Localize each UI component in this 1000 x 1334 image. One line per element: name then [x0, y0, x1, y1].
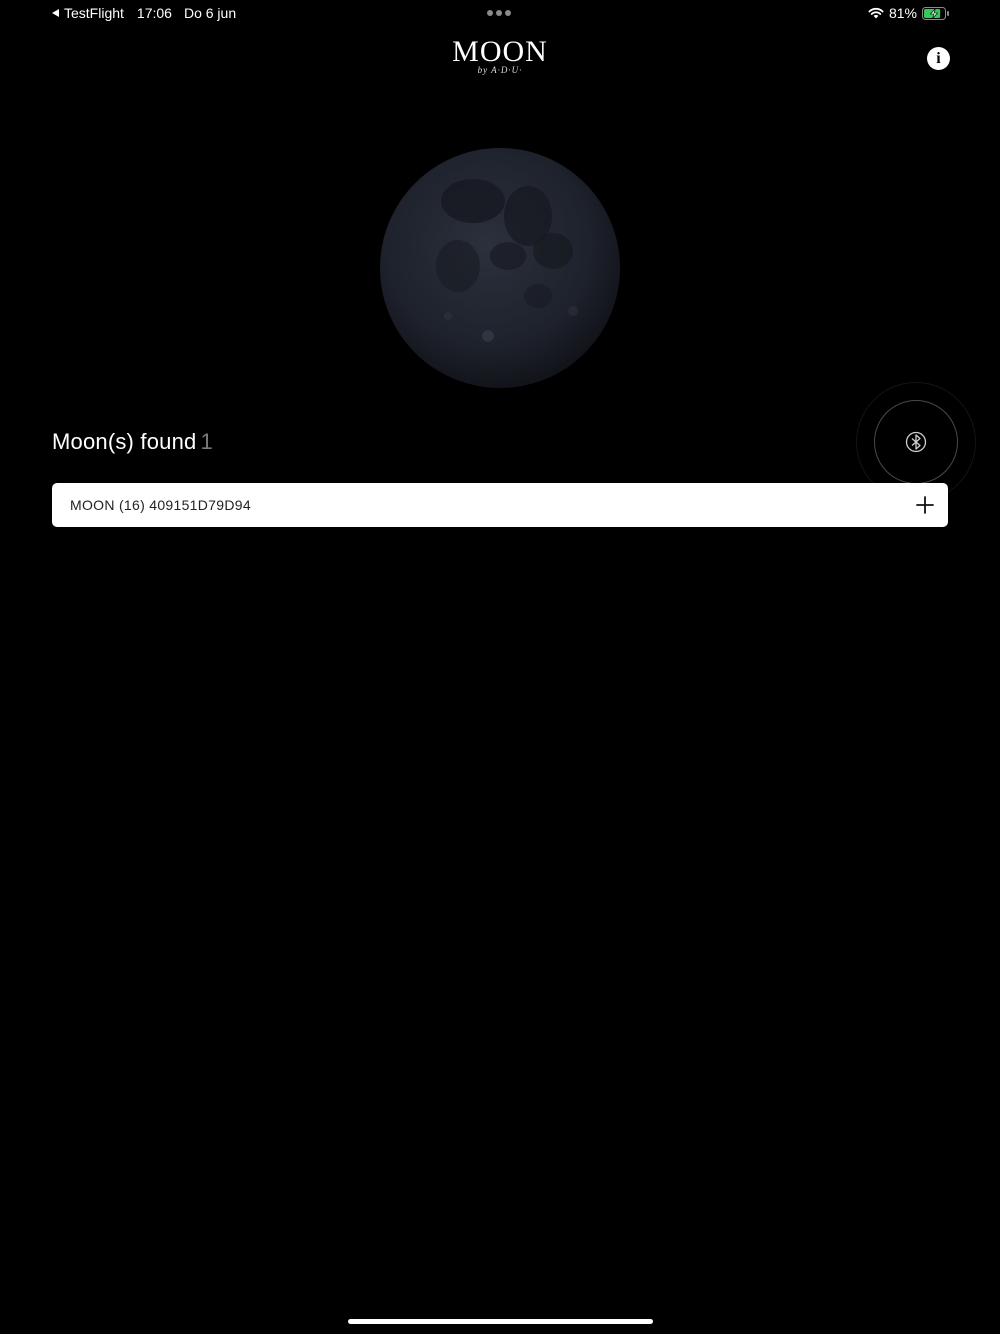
- status-bar: TestFlight 17:06 Do 6 jun 81%: [0, 0, 1000, 28]
- app-logo: MOON by A·D·U·: [0, 35, 1000, 76]
- status-right: 81%: [868, 5, 950, 21]
- battery-charging-icon: [922, 6, 949, 20]
- moons-found-count: 1: [200, 429, 213, 454]
- device-list-item[interactable]: MOON (16) 409151D79D94: [52, 483, 948, 527]
- bluetooth-icon: [905, 431, 927, 453]
- moon-image: [378, 146, 622, 390]
- scan-bluetooth-button[interactable]: [874, 400, 958, 484]
- status-date: Do 6 jun: [183, 5, 237, 21]
- info-icon: i: [936, 49, 941, 67]
- moons-found-label: Moon(s) found: [52, 429, 197, 454]
- moons-found-heading: Moon(s) found 1: [52, 429, 213, 455]
- back-app-label[interactable]: TestFlight: [64, 5, 124, 21]
- multitasking-dots-icon[interactable]: [487, 10, 511, 16]
- wifi-icon: [868, 7, 884, 19]
- status-left: TestFlight 17:06 Do 6 jun: [52, 5, 236, 21]
- battery-percent: 81%: [888, 5, 917, 21]
- plus-icon[interactable]: [916, 496, 934, 514]
- logo-main-text: MOON: [452, 35, 548, 68]
- device-name: MOON (16) 409151D79D94: [70, 497, 251, 513]
- logo-sub-text: by A·D·U·: [477, 65, 523, 75]
- back-arrow-icon[interactable]: [52, 9, 59, 17]
- status-time: 17:06: [136, 5, 172, 21]
- info-button[interactable]: i: [927, 47, 950, 70]
- home-indicator[interactable]: [348, 1319, 653, 1324]
